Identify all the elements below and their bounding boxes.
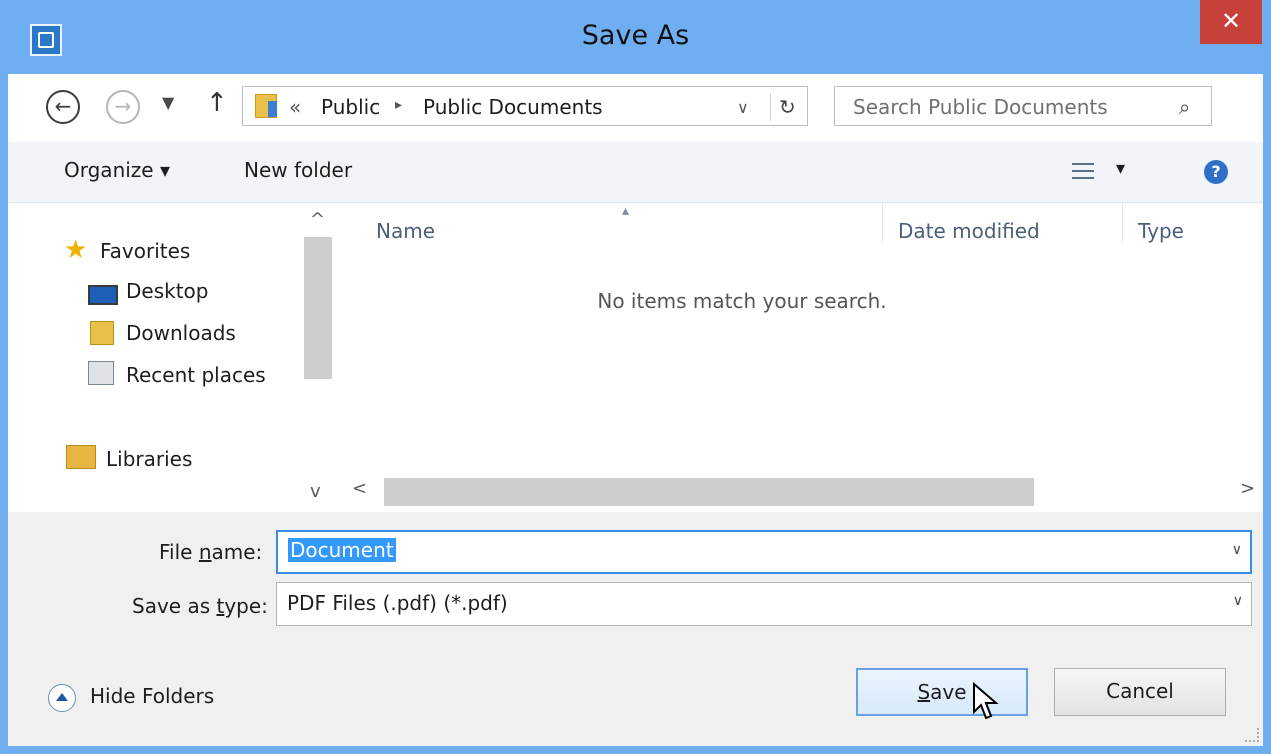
collapse-arrow-icon bbox=[48, 684, 76, 712]
scroll-right-icon[interactable]: > bbox=[1240, 478, 1255, 499]
nav-recent-places[interactable]: Recent places bbox=[126, 363, 266, 387]
recent-locations-dropdown[interactable]: ▼ bbox=[162, 93, 174, 112]
back-button[interactable]: ← bbox=[46, 90, 80, 124]
view-options-dropdown[interactable]: ▾ bbox=[1116, 158, 1125, 179]
column-divider[interactable] bbox=[1122, 203, 1123, 243]
organize-button[interactable]: Organize ▾ bbox=[64, 158, 170, 182]
cancel-button[interactable]: Cancel bbox=[1054, 668, 1226, 716]
title-bar[interactable]: Save As ✕ bbox=[0, 0, 1271, 80]
column-header-name[interactable]: Name bbox=[376, 219, 435, 243]
column-header-date-modified[interactable]: Date modified bbox=[898, 219, 1040, 243]
save-as-type-dropdown-icon[interactable]: ∨ bbox=[1233, 593, 1243, 609]
address-divider bbox=[770, 93, 771, 121]
downloads-icon bbox=[90, 321, 114, 345]
folder-icon bbox=[255, 94, 277, 118]
sort-ascending-icon: ▴ bbox=[622, 203, 630, 219]
mouse-cursor-icon bbox=[973, 682, 999, 720]
search-box[interactable]: Search Public Documents ⌕ bbox=[834, 86, 1212, 126]
address-bar[interactable]: « Public ▸ Public Documents ∨ ↻ bbox=[242, 86, 808, 126]
nav-libraries[interactable]: Libraries bbox=[106, 447, 192, 471]
address-dropdown-button[interactable]: ∨ bbox=[737, 98, 749, 117]
scroll-up-icon[interactable]: ^ bbox=[310, 209, 325, 230]
resize-grip[interactable] bbox=[1245, 728, 1259, 742]
save-as-type-label: Save as type: bbox=[132, 594, 268, 618]
save-button[interactable]: Save bbox=[856, 668, 1028, 716]
search-input[interactable]: Search Public Documents bbox=[853, 95, 1108, 119]
desktop-icon bbox=[88, 285, 118, 305]
nav-favorites[interactable]: Favorites bbox=[100, 239, 190, 263]
command-bar: Organize ▾ New folder ▾ ? bbox=[8, 142, 1263, 203]
nav-downloads[interactable]: Downloads bbox=[126, 321, 236, 345]
column-divider[interactable] bbox=[882, 203, 883, 243]
breadcrumb-overflow[interactable]: « bbox=[289, 95, 301, 119]
breadcrumb-separator[interactable]: ▸ bbox=[395, 97, 402, 113]
nav-pane-scrollbar[interactable]: ^ v bbox=[304, 203, 338, 513]
libraries-icon bbox=[66, 445, 96, 469]
dialog-body: ← → ▼ ↑ « Public ▸ Public Documents ∨ ↻ … bbox=[8, 74, 1263, 746]
save-options-panel: File name: Document ∨ Save as type: PDF … bbox=[8, 512, 1263, 746]
change-view-icon[interactable] bbox=[1072, 162, 1094, 180]
forward-button[interactable]: → bbox=[106, 90, 140, 124]
close-button[interactable]: ✕ bbox=[1200, 0, 1262, 44]
file-list-pane: ▴ Name Date modified Type No items match… bbox=[342, 203, 1263, 513]
favorites-star-icon: ★ bbox=[64, 235, 88, 265]
nav-desktop[interactable]: Desktop bbox=[126, 279, 208, 303]
breadcrumb-public[interactable]: Public bbox=[321, 95, 380, 119]
file-name-value[interactable]: Document bbox=[288, 538, 396, 562]
save-as-type-select[interactable]: PDF Files (.pdf) (*.pdf) ∨ bbox=[276, 582, 1252, 626]
save-as-type-value: PDF Files (.pdf) (*.pdf) bbox=[287, 591, 508, 615]
file-name-dropdown-icon[interactable]: ∨ bbox=[1232, 542, 1242, 558]
up-folder-button[interactable]: ↑ bbox=[206, 88, 228, 118]
save-as-dialog: Save As ✕ ← → ▼ ↑ « Public ▸ Public Docu… bbox=[0, 0, 1271, 754]
file-name-label: File name: bbox=[159, 540, 263, 564]
address-bar-row: ← → ▼ ↑ « Public ▸ Public Documents ∨ ↻ … bbox=[8, 74, 1263, 140]
breadcrumb-public-documents[interactable]: Public Documents bbox=[423, 95, 603, 119]
horizontal-scroll-thumb[interactable] bbox=[384, 478, 1034, 506]
nav-scroll-thumb[interactable] bbox=[304, 237, 332, 379]
hide-folders-label: Hide Folders bbox=[90, 684, 215, 708]
file-list-horizontal-scrollbar[interactable]: < > bbox=[342, 476, 1263, 510]
recent-places-icon bbox=[88, 361, 114, 385]
scroll-left-icon[interactable]: < bbox=[352, 478, 367, 499]
window-title: Save As bbox=[581, 20, 690, 51]
help-icon[interactable]: ? bbox=[1204, 160, 1228, 184]
new-folder-button[interactable]: New folder bbox=[244, 158, 352, 182]
column-header-type[interactable]: Type bbox=[1138, 219, 1184, 243]
empty-message: No items match your search. bbox=[597, 289, 887, 313]
search-icon[interactable]: ⌕ bbox=[1179, 95, 1190, 119]
scroll-down-icon[interactable]: v bbox=[310, 481, 321, 502]
navigation-pane: ★ Favorites Desktop Downloads Recent pla… bbox=[8, 203, 338, 513]
file-name-field[interactable]: Document ∨ bbox=[276, 530, 1252, 574]
refresh-icon[interactable]: ↻ bbox=[779, 95, 796, 119]
